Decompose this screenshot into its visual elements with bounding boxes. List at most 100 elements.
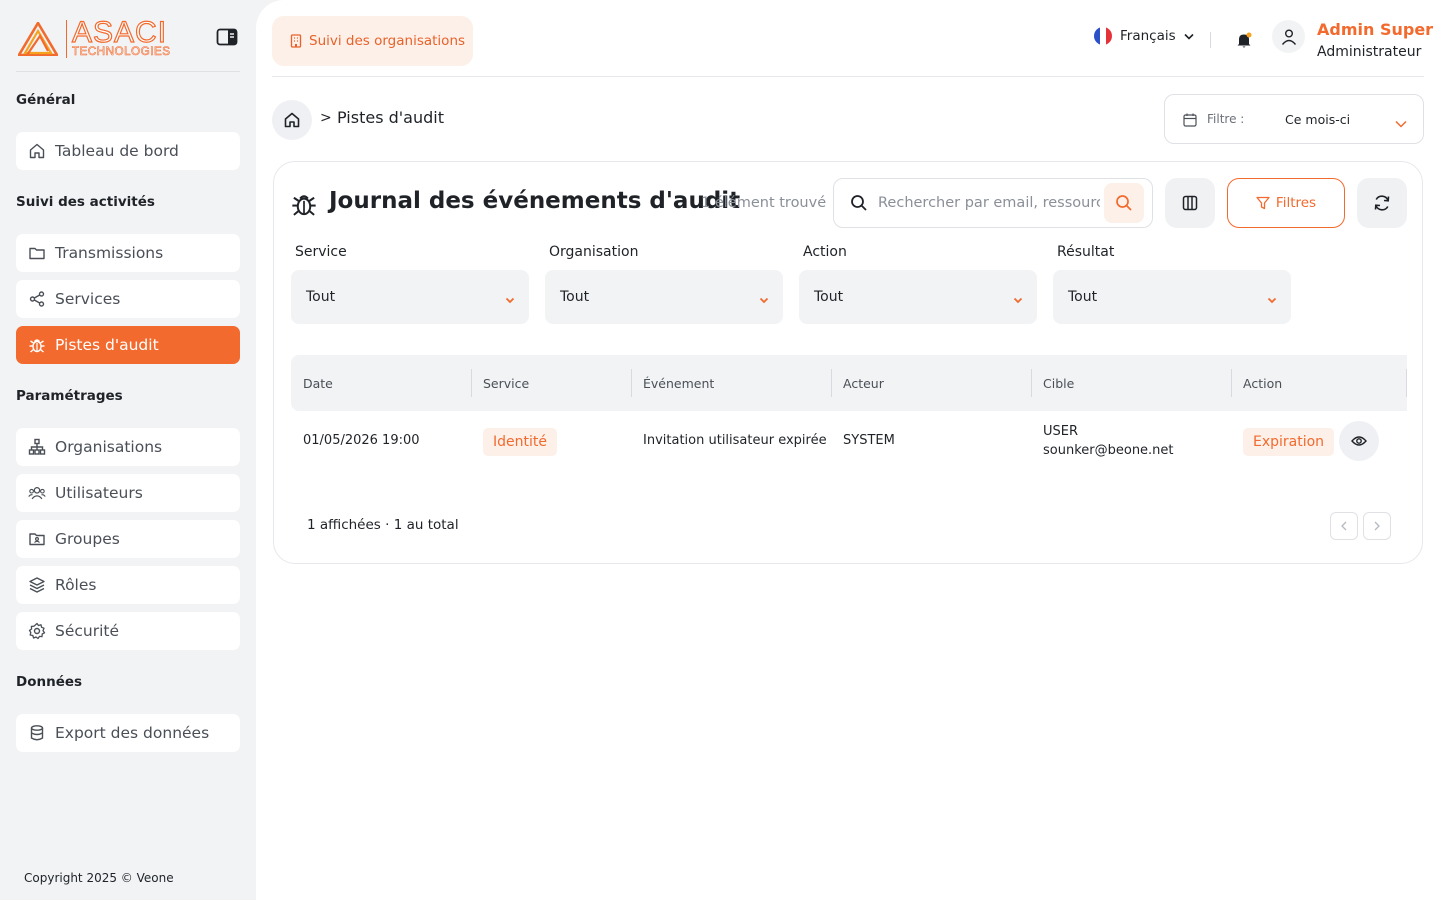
service-badge: Identité [483,428,557,456]
columns-toggle-button[interactable] [1165,178,1215,228]
column-divider [831,369,832,397]
layers-icon [28,576,46,594]
pagination-prev-button[interactable] [1330,512,1358,540]
bug-icon [28,336,46,354]
filter-result-label: Résultat [1057,244,1115,260]
column-header-action[interactable]: Action [1231,355,1407,411]
cell-target-type: USER [1043,424,1079,439]
table-header: Date Service Événement Acteur Cible Acti… [291,355,1407,411]
chevron-down-icon [1395,113,1407,132]
org-tracking-label: Suivi des organisations [309,33,466,49]
audit-log-card: Journal des événements d'audit 1 élément… [273,161,1423,564]
sidebar-item-users[interactable]: Utilisateurs [16,474,240,512]
org-tracking-button[interactable]: Suivi des organisations [272,16,473,66]
database-icon [28,724,46,742]
section-general: Général [16,92,76,108]
filter-action-select[interactable]: Tout [799,270,1037,324]
asaci-logo[interactable]: ASACI TECHNOLOGIES [18,16,171,59]
sidebar-item-roles[interactable]: Rôles [16,566,240,604]
notification-bell-icon[interactable] [1234,30,1254,50]
breadcrumb-home-button[interactable] [272,100,312,140]
gear-icon [28,622,46,640]
sidebar-item-label: Utilisateurs [55,484,143,502]
column-divider [471,369,472,397]
folder-group-icon [28,530,46,548]
filters-button[interactable]: Filtres [1227,178,1345,228]
page-title: Journal des événements d'audit [329,188,741,214]
sidebar-item-audit-trails[interactable]: Pistes d'audit [16,326,240,364]
user-avatar[interactable] [1272,20,1305,53]
refresh-button[interactable] [1357,178,1407,228]
chevron-down-icon [759,292,769,308]
filter-service-select[interactable]: Tout [291,270,529,324]
pagination-next-button[interactable] [1363,512,1391,540]
column-divider [1031,369,1032,397]
filter-organisation-select[interactable]: Tout [545,270,783,324]
sidebar-item-label: Rôles [55,576,97,594]
home-icon [28,142,46,160]
sidebar-collapse-icon[interactable] [216,28,238,46]
bug-icon [290,190,318,222]
sidebar-item-label: Groupes [55,530,120,548]
filter-result-select[interactable]: Tout [1053,270,1291,324]
view-details-button[interactable] [1339,421,1379,461]
cell-actor: SYSTEM [843,433,895,448]
sidebar-item-label: Tableau de bord [55,142,179,160]
filter-service-value: Tout [306,289,336,305]
result-count: 1 élément trouvé [701,195,827,211]
language-selector[interactable]: Français [1094,26,1194,46]
column-divider [1231,369,1232,397]
column-header-service[interactable]: Service [471,355,631,411]
sidebar-item-groups[interactable]: Groupes [16,520,240,558]
breadcrumb-current: Pistes d'audit [337,108,444,127]
logo-brand: ASACI [71,16,168,49]
search-input[interactable] [878,191,1100,215]
chevron-down-icon [1267,292,1277,308]
chevron-down-icon [1013,292,1023,308]
table-row[interactable]: 01/05/2026 19:00 Identité Invitation uti… [291,411,1407,473]
sidebar-item-label: Services [55,290,121,308]
sidebar-item-dashboard[interactable]: Tableau de bord [16,132,240,170]
copyright: Copyright 2025 © Veone [24,871,174,885]
logo-sub: TECHNOLOGIES [72,46,171,59]
breadcrumb-separator: > [320,110,332,126]
search-icon [1116,195,1132,211]
sidebar-item-label: Sécurité [55,622,120,640]
sidebar: ASACI TECHNOLOGIES Général Tableau de bo… [0,0,256,900]
section-activity: Suivi des activités [16,194,155,210]
sidebar-item-services[interactable]: Services [16,280,240,318]
period-filter-select[interactable]: Filtre : Ce mois-ci [1164,94,1424,144]
user-role: Administrateur [1317,44,1422,60]
language-label: Français [1120,28,1176,44]
chevron-down-icon [505,292,515,308]
column-header-date[interactable]: Date [291,355,471,411]
user-icon [1281,29,1296,45]
sidebar-item-transmissions[interactable]: Transmissions [16,234,240,272]
calendar-icon [1183,112,1197,131]
sidebar-item-security[interactable]: Sécurité [16,612,240,650]
column-header-event[interactable]: Événement [631,355,831,411]
logo-row: ASACI TECHNOLOGIES [16,16,240,72]
search-button[interactable] [1104,183,1144,223]
column-header-target[interactable]: Cible [1031,355,1231,411]
column-divider [1406,369,1407,397]
refresh-icon [1374,195,1390,211]
action-badge: Expiration [1243,428,1335,456]
filter-organisation: Organisation Tout [545,244,783,324]
sidebar-item-organisations[interactable]: Organisations [16,428,240,466]
asaci-logo-mark-icon [18,22,58,56]
column-header-actor[interactable]: Acteur [831,355,1031,411]
chevron-down-icon [1184,33,1194,40]
user-name[interactable]: Admin Super [1317,20,1433,39]
home-icon [284,112,300,128]
topbar: Suivi des organisations Français Admin S… [272,0,1433,77]
filter-action-label: Action [803,244,847,260]
folder-icon [28,244,46,262]
sidebar-item-data-export[interactable]: Export des données [16,714,240,752]
filter-service: Service Tout [291,244,529,324]
filter-action: Action Tout [799,244,1037,324]
cell-target-email: sounker@beone.net [1043,443,1174,458]
filter-organisation-label: Organisation [549,244,639,260]
filter-organisation-value: Tout [560,289,590,305]
column-header-label: Événement [643,375,715,391]
